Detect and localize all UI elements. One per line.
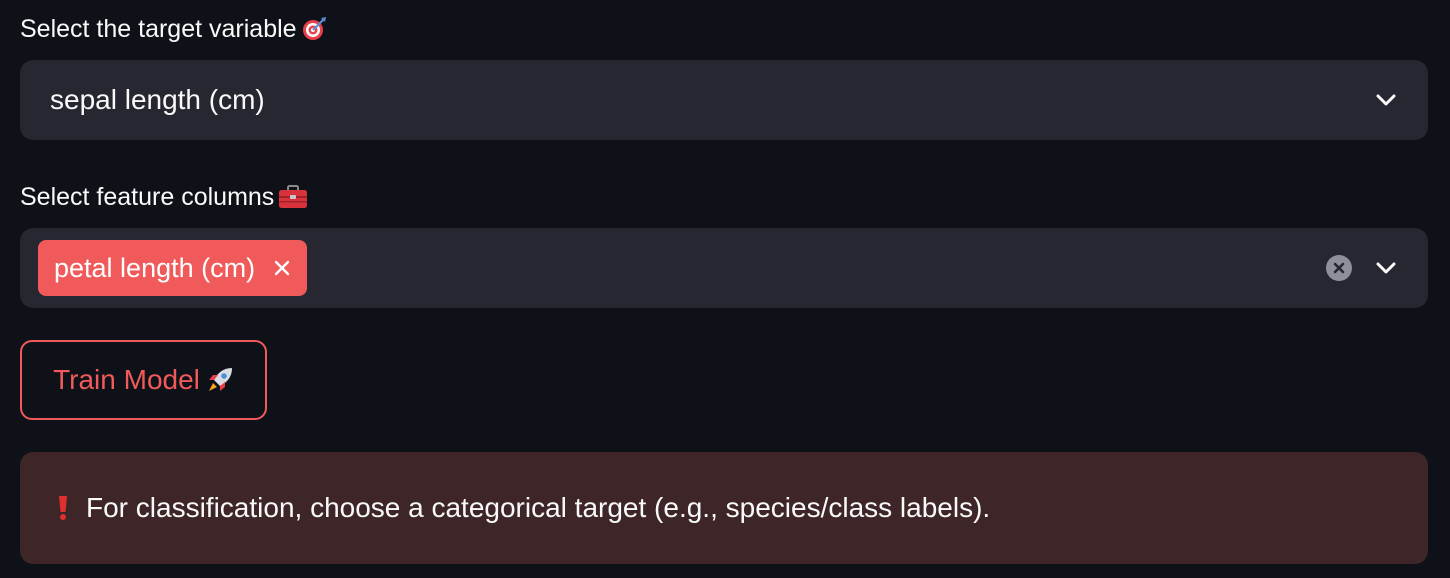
remove-chip-icon[interactable]: [273, 259, 291, 277]
target-variable-label-text: Select the target variable: [20, 15, 297, 43]
clear-all-icon[interactable]: [1326, 255, 1352, 281]
train-model-button-label: Train Model: [53, 364, 200, 395]
target-variable-label: Select the target variable: [20, 14, 327, 44]
feature-chip: petal length (cm): [38, 240, 308, 296]
target-variable-value: sepal length (cm): [50, 84, 265, 115]
feature-columns-multiselect[interactable]: petal length (cm): [20, 228, 1428, 308]
feature-columns-label-text: Select feature columns: [20, 183, 275, 211]
toolbox-icon: [278, 184, 308, 210]
feature-columns-label: Select feature columns: [20, 182, 308, 212]
dart-target-icon: [301, 16, 327, 42]
rocket-icon: [206, 366, 234, 394]
page: Select the target variable sepal length …: [0, 0, 1450, 578]
feature-chip-label: petal length (cm): [54, 252, 256, 283]
error-alert: For classification, choose a categorical…: [20, 452, 1428, 564]
train-model-button[interactable]: Train Model: [20, 340, 267, 420]
exclamation-icon: [56, 495, 70, 521]
alert-message: For classification, choose a categorical…: [86, 492, 991, 523]
chevron-down-icon[interactable]: [1374, 256, 1398, 280]
target-variable-select[interactable]: sepal length (cm): [20, 60, 1428, 140]
chevron-down-icon[interactable]: [1374, 88, 1398, 112]
